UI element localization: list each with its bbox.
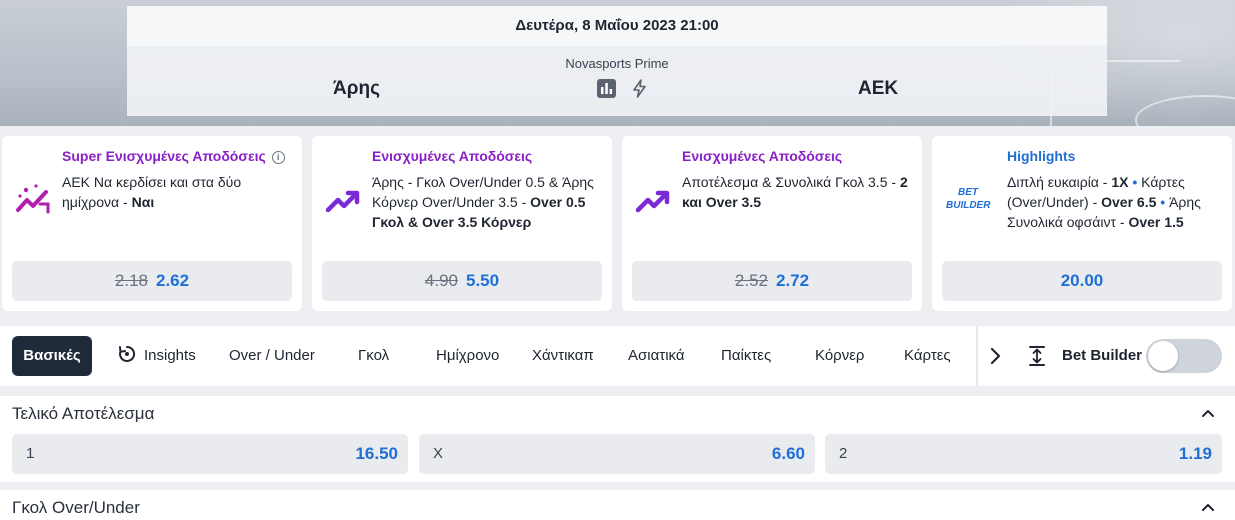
bet-builder-icon: BET BUILDER: [944, 184, 994, 226]
tab-handicap[interactable]: Χάντικαπ: [532, 326, 594, 386]
insights-icon: [118, 329, 136, 362]
outcome-label: 1: [26, 445, 35, 462]
market-final-result: Τελικό Αποτέλεσμα 1 16.50 X 6.60 2 1.19: [0, 396, 1235, 482]
outcome-home[interactable]: 1 16.50: [12, 434, 408, 474]
promo-odds-button[interactable]: 20.00: [942, 261, 1222, 301]
promo-description: Άρης - Γκολ Over/Under 0.5 & Άρης Κόρνερ…: [372, 174, 594, 230]
promo-card-super-boost[interactable]: Super Ενισχυμένες Αποδόσεις i ΑΕΚ Να κερδ…: [2, 136, 302, 311]
live-lightning-icon[interactable]: [630, 79, 649, 98]
outcome-odds: 1.19: [1178, 444, 1212, 463]
tabs-divider: [976, 326, 978, 386]
old-odds: 4.90: [424, 271, 458, 290]
trend-up-icon: [634, 180, 676, 222]
promo-title: Ενισχυμένες Αποδόσεις: [682, 148, 843, 164]
super-boost-icon: [14, 180, 56, 222]
toggle-knob: [1148, 341, 1178, 371]
outcome-odds: 16.50: [355, 444, 398, 463]
promo-card-boost-2[interactable]: Ενισχυμένες Αποδόσεις Αποτέλεσμα & Συνολ…: [622, 136, 922, 311]
market-title: Τελικό Αποτέλεσμα: [12, 404, 155, 423]
odds-value: 20.00: [1060, 271, 1104, 290]
promo-odds-button[interactable]: 2.52 2.72: [632, 261, 912, 301]
promo-card-boost-1[interactable]: Ενισχυμένες Αποδόσεις Άρης - Γκολ Over/U…: [312, 136, 612, 311]
bet-builder-stack-icon: [1028, 345, 1046, 367]
home-team: Άρης: [333, 78, 380, 99]
bet-builder-toggle[interactable]: [1146, 339, 1222, 373]
market-goals-over-under: Γκολ Over/Under: [0, 490, 1235, 520]
tab-asian[interactable]: Ασιατικά: [628, 326, 685, 386]
outcome-label: X: [433, 445, 444, 462]
promo-title: Ενισχυμένες Αποδόσεις: [372, 148, 533, 164]
match-header-banner: Δευτέρα, 8 Μαΐου 2023 21:00 Novasports P…: [0, 0, 1235, 126]
boosted-odds: 2.72: [776, 271, 810, 290]
outcome-draw[interactable]: X 6.60: [419, 434, 815, 474]
bet-builder-logo-text: BUILDER: [946, 200, 991, 211]
match-card: Δευτέρα, 8 Μαΐου 2023 21:00 Novasports P…: [127, 6, 1107, 116]
match-date: Δευτέρα, 8 Μαΐου 2023 21:00: [127, 6, 1107, 46]
match-tools: [597, 79, 649, 98]
promo-odds-button[interactable]: 4.90 5.50: [322, 261, 602, 301]
info-icon[interactable]: i: [271, 151, 285, 164]
tv-channel: Novasports Prime: [565, 56, 669, 71]
promo-card-highlights[interactable]: Highlights BET BUILDER Διπλή ευκαιρία - …: [932, 136, 1232, 311]
tab-insights[interactable]: Insights: [118, 326, 196, 386]
outcome-label: 2: [839, 445, 848, 462]
old-odds: 2.52: [734, 271, 768, 290]
tab-over-under[interactable]: Over / Under: [229, 326, 315, 386]
tab-corners[interactable]: Κόρνερ: [815, 326, 864, 386]
promo-title: Highlights: [1007, 148, 1076, 164]
chevron-right-icon[interactable]: [988, 346, 1002, 366]
promo-description: ΑΕΚ Να κερδίσει και στα δύο ημίχρονα - Ν…: [62, 174, 242, 210]
tab-cards[interactable]: Κάρτες: [904, 326, 951, 386]
tab-half[interactable]: Ημίχρονο: [436, 326, 499, 386]
boosted-odds: 2.62: [156, 271, 190, 290]
market-title: Γκολ Over/Under: [12, 498, 140, 517]
promo-odds-button[interactable]: 2.18 2.62: [12, 261, 292, 301]
outcome-away[interactable]: 2 1.19: [825, 434, 1222, 474]
old-odds: 2.18: [114, 271, 148, 290]
tab-insights-label: Insights: [144, 347, 196, 364]
promo-description: Αποτέλεσμα & Συνολικά Γκολ 3.5 - 2 και O…: [682, 174, 908, 210]
chevron-up-icon[interactable]: [1201, 406, 1215, 420]
promo-title: Super Ενισχυμένες Αποδόσεις i: [62, 148, 285, 164]
outcome-odds: 6.60: [771, 444, 805, 463]
market-tabs: Βασικές Insights Over / Under Γκολ Ημίχρ…: [0, 326, 1235, 386]
bet-builder-logo-text: BET: [958, 187, 979, 198]
chevron-up-icon[interactable]: [1201, 500, 1215, 514]
boosted-odds: 5.50: [466, 271, 500, 290]
bet-builder-label: Bet Builder: [1062, 347, 1143, 364]
away-team: ΑΕΚ: [858, 78, 899, 99]
stats-icon[interactable]: [597, 79, 616, 98]
promo-description: Διπλή ευκαιρία - 1X • Κάρτες (Over/Under…: [1007, 174, 1201, 230]
tab-basic[interactable]: Βασικές: [12, 336, 92, 376]
trend-up-icon: [324, 180, 366, 222]
tab-goals[interactable]: Γκολ: [358, 326, 389, 386]
tab-players[interactable]: Παίκτες: [721, 326, 771, 386]
